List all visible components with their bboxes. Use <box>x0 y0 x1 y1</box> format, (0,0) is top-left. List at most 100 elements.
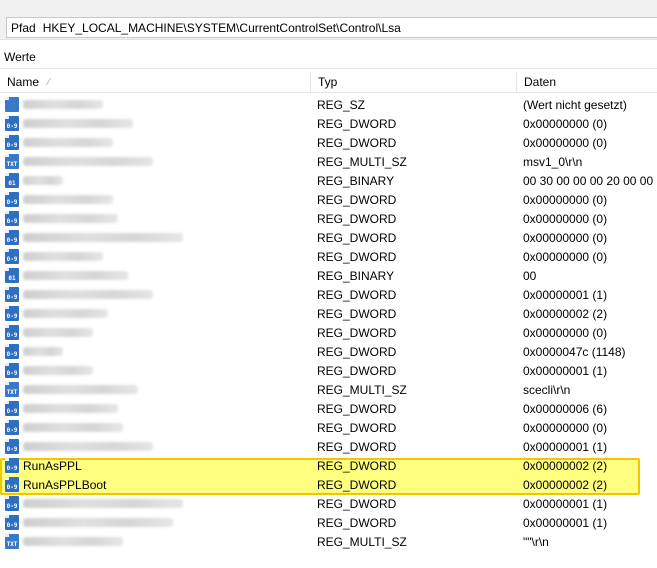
table-row[interactable]: 0-9 REG_DWORD 0x00000000 (0) <box>0 114 657 133</box>
value-type-cell: REG_MULTI_SZ <box>317 154 407 169</box>
table-row[interactable]: 0-9 REG_DWORD 0x00000000 (0) <box>0 190 657 209</box>
value-data-cell: 00 <box>523 268 537 283</box>
multi-string-value-icon: TXT <box>5 534 19 549</box>
value-type-cell: REG_DWORD <box>317 135 397 150</box>
table-row[interactable]: 0-9 REG_DWORD 0x0000047c (1148) <box>0 342 657 361</box>
value-name-cell: 0-9 <box>0 209 311 228</box>
table-row[interactable]: 0-9 REG_DWORD 0x00000000 (0) <box>0 247 657 266</box>
value-name-cell: 0-9 <box>0 399 311 418</box>
dword-value-icon: 0-9 <box>5 287 19 302</box>
value-type-cell: REG_DWORD <box>317 287 397 302</box>
table-row[interactable]: 0-9 RunAsPPL REG_DWORD 0x00000002 (2) <box>0 456 657 475</box>
binary-value-icon: 01 <box>5 268 19 283</box>
value-type-cell: REG_DWORD <box>317 230 397 245</box>
table-row[interactable]: 0-9 REG_DWORD 0x00000001 (1) <box>0 361 657 380</box>
value-data-cell: 0x00000000 (0) <box>523 135 608 150</box>
value-type-cell: REG_DWORD <box>317 363 397 378</box>
dword-value-icon: 0-9 <box>5 477 19 492</box>
dword-value-icon: 0-9 <box>5 420 19 435</box>
value-type-cell: REG_DWORD <box>317 344 397 359</box>
value-name-cell: TXT <box>0 152 311 171</box>
value-data-cell: 0x00000000 (0) <box>523 325 608 340</box>
value-name-cell: 0-9 RunAsPPLBoot <box>0 475 311 494</box>
value-data-cell: 0x00000001 (1) <box>523 363 608 378</box>
value-data-cell: 0x00000002 (2) <box>523 477 608 492</box>
table-row[interactable]: 0-9 RunAsPPLBoot REG_DWORD 0x00000002 (2) <box>0 475 657 494</box>
column-header-name[interactable]: Name ⁄ <box>0 72 311 93</box>
string-value-icon <box>5 97 19 112</box>
value-name: RunAsPPL <box>23 458 82 473</box>
redacted-name <box>23 233 183 242</box>
redacted-name <box>23 385 138 394</box>
redacted-name <box>23 499 183 508</box>
value-name-cell: TXT <box>0 380 311 399</box>
redacted-name <box>23 442 153 451</box>
table-row[interactable]: TXT REG_MULTI_SZ scecli\r\n <box>0 380 657 399</box>
table-row[interactable]: 0-9 REG_DWORD 0x00000001 (1) <box>0 437 657 456</box>
value-type-cell: REG_DWORD <box>317 306 397 321</box>
value-name-cell: 0-9 <box>0 437 311 456</box>
value-type-cell: REG_DWORD <box>317 325 397 340</box>
table-row[interactable]: 0-9 REG_DWORD 0x00000000 (0) <box>0 209 657 228</box>
value-type-cell: REG_DWORD <box>317 249 397 264</box>
value-data-cell: 0x00000000 (0) <box>523 192 608 207</box>
path-value[interactable]: HKEY_LOCAL_MACHINE\SYSTEM\CurrentControl… <box>43 21 401 35</box>
redacted-name <box>23 119 133 128</box>
divider <box>0 68 657 69</box>
values-section-title: Werte <box>4 50 36 64</box>
value-type-cell: REG_DWORD <box>317 420 397 435</box>
value-type-cell: REG_DWORD <box>317 515 397 530</box>
table-row[interactable]: 0-9 REG_DWORD 0x00000002 (2) <box>0 304 657 323</box>
value-type-cell: REG_DWORD <box>317 477 397 492</box>
value-name-cell: 0-9 <box>0 342 311 361</box>
value-type-cell: REG_BINARY <box>317 268 395 283</box>
sort-ascending-icon: ⁄ <box>48 77 50 88</box>
redacted-name <box>23 252 103 261</box>
dword-value-icon: 0-9 <box>5 249 19 264</box>
table-row[interactable]: TXT REG_MULTI_SZ msv1_0\r\n <box>0 152 657 171</box>
path-bar: Pfad HKEY_LOCAL_MACHINE\SYSTEM\CurrentCo… <box>0 0 657 40</box>
value-data-cell: 0x00000001 (1) <box>523 439 608 454</box>
table-row[interactable]: 01 REG_BINARY 00 30 00 00 00 20 00 00 <box>0 171 657 190</box>
table-row[interactable]: 0-9 REG_DWORD 0x00000000 (0) <box>0 323 657 342</box>
path-field[interactable]: Pfad HKEY_LOCAL_MACHINE\SYSTEM\CurrentCo… <box>6 17 657 38</box>
dword-value-icon: 0-9 <box>5 306 19 321</box>
value-name-cell: 0-9 <box>0 247 311 266</box>
value-name-cell: 0-9 <box>0 323 311 342</box>
column-header-type[interactable]: Typ <box>311 72 517 93</box>
table-row[interactable]: 0-9 REG_DWORD 0x00000000 (0) <box>0 228 657 247</box>
table-row[interactable]: 0-9 REG_DWORD 0x00000001 (1) <box>0 494 657 513</box>
table-row[interactable]: REG_SZ (Wert nicht gesetzt) <box>0 95 657 114</box>
table-row[interactable]: 0-9 REG_DWORD 0x00000006 (6) <box>0 399 657 418</box>
value-type-cell: REG_BINARY <box>317 173 395 188</box>
column-header-data[interactable]: Daten <box>517 72 657 93</box>
table-row[interactable]: 0-9 REG_DWORD 0x00000001 (1) <box>0 513 657 532</box>
table-row[interactable]: 01 REG_BINARY 00 <box>0 266 657 285</box>
value-type-cell: REG_SZ <box>317 97 366 112</box>
table-row[interactable]: TXT REG_MULTI_SZ ""\r\n <box>0 532 657 551</box>
value-type-cell: REG_MULTI_SZ <box>317 382 407 397</box>
values-list: REG_SZ (Wert nicht gesetzt) 0-9 REG_DWORD 0x… <box>0 95 657 551</box>
value-name-cell: 01 <box>0 171 311 190</box>
table-row[interactable]: 0-9 REG_DWORD 0x00000000 (0) <box>0 133 657 152</box>
value-name-cell: TXT <box>0 532 311 551</box>
column-header-type-label: Typ <box>318 75 338 89</box>
redacted-name <box>23 309 108 318</box>
dword-value-icon: 0-9 <box>5 344 19 359</box>
value-data-cell: 00 30 00 00 00 20 00 00 <box>523 173 654 188</box>
value-data-cell: (Wert nicht gesetzt) <box>523 97 627 112</box>
dword-value-icon: 0-9 <box>5 363 19 378</box>
value-name-cell: 0-9 <box>0 285 311 304</box>
table-row[interactable]: 0-9 REG_DWORD 0x00000001 (1) <box>0 285 657 304</box>
value-data-cell: 0x00000000 (0) <box>523 211 608 226</box>
value-data-cell: 0x00000000 (0) <box>523 116 608 131</box>
redacted-name <box>23 328 93 337</box>
value-name-cell: 0-9 RunAsPPL <box>0 456 311 475</box>
value-data-cell: 0x00000006 (6) <box>523 401 608 416</box>
column-header-name-label: Name <box>7 75 40 89</box>
table-row[interactable]: 0-9 REG_DWORD 0x00000000 (0) <box>0 418 657 437</box>
value-name-cell: 0-9 <box>0 513 311 532</box>
redacted-name <box>23 176 63 185</box>
value-type-cell: REG_DWORD <box>317 496 397 511</box>
value-data-cell: 0x00000000 (0) <box>523 249 608 264</box>
